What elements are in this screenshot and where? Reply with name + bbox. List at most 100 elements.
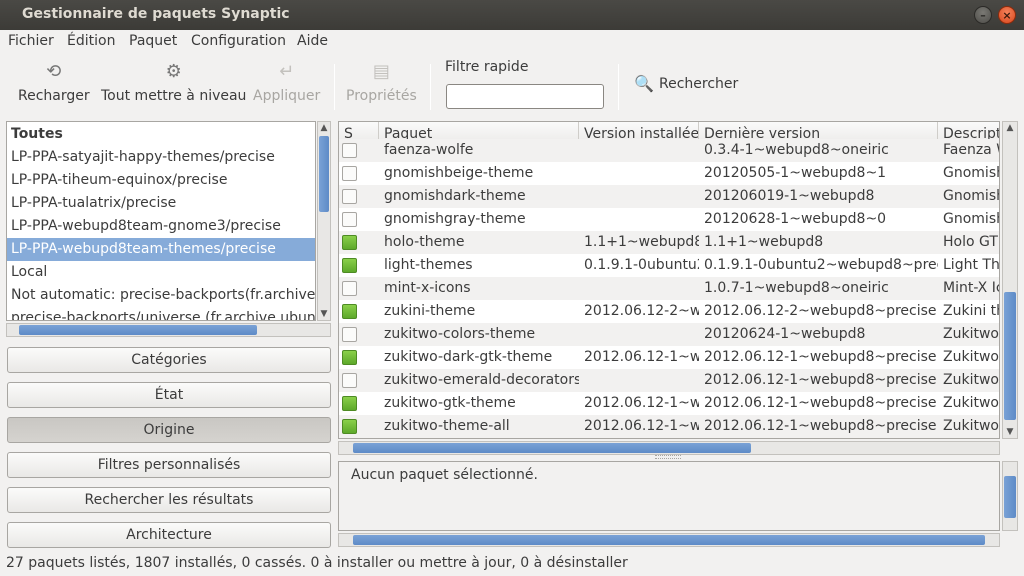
latest-version-cell: 2012.06.12-1~webupd8~precise: [704, 418, 937, 434]
scroll-down-arrow-icon[interactable]: ▼: [318, 309, 330, 319]
latest-version-cell: 1.0.7-1~webupd8~oneiric: [704, 280, 889, 296]
close-button[interactable]: ×: [998, 6, 1016, 24]
description-vscrollbar[interactable]: [1002, 461, 1018, 531]
installed-status-icon[interactable]: [342, 396, 357, 411]
latest-version-cell: 2012.06.12-2~webupd8~precise: [704, 303, 937, 319]
table-row[interactable]: zukitwo-theme-all 2012.06.12-1~webu 2012.0…: [339, 415, 999, 438]
origin-item[interactable]: precise-backports/universe (fr.archive.u…: [7, 307, 315, 320]
table-row[interactable]: gnomishbeige-theme 20120505-1~webupd8~1 Gn…: [339, 162, 999, 185]
table-hscrollbar[interactable]: [338, 441, 1000, 455]
not-installed-status-icon[interactable]: [342, 281, 357, 296]
origin-item[interactable]: Not automatic: precise-backports(fr.arch…: [7, 284, 315, 307]
toolbar-separator: [430, 64, 431, 110]
origin-item[interactable]: LP-PPA-tualatrix/precise: [7, 192, 315, 215]
description-cell: Zukitwo: [943, 372, 999, 388]
table-row[interactable]: gnomishgray-theme 20120628-1~webupd8~0 Gno…: [339, 208, 1000, 231]
description-cell: Gnomish: [943, 211, 1000, 227]
table-row[interactable]: holo-theme 1.1+1~webupd8 1.1+1~webupd8 Holo…: [339, 231, 999, 254]
table-row[interactable]: zukitwo-dark-gtk-theme 2012.06.12-1~webu 2…: [339, 346, 999, 369]
table-row[interactable]: faenza-wolfe 0.3.4-1~webupd8~oneiric Faenz…: [339, 139, 999, 162]
filter-search-results-button[interactable]: Rechercher les résultats: [7, 487, 331, 513]
scroll-thumb[interactable]: [19, 325, 257, 335]
not-installed-status-icon[interactable]: [342, 189, 357, 204]
scroll-up-arrow-icon[interactable]: ▲: [1003, 123, 1017, 133]
reload-button[interactable]: ⟲ Recharger: [18, 62, 90, 105]
scroll-down-arrow-icon[interactable]: ▼: [1003, 427, 1017, 437]
package-name-cell: zukitwo-theme-all: [384, 418, 510, 434]
scroll-thumb[interactable]: [1004, 292, 1016, 420]
installed-status-icon[interactable]: [342, 258, 357, 273]
latest-version-cell: 201206019-1~webupd8: [704, 188, 875, 204]
table-vscrollbar[interactable]: ▲ ▼: [1002, 121, 1018, 439]
scroll-thumb[interactable]: [319, 136, 329, 212]
latest-version-cell: 2012.06.12-1~webupd8~precise: [704, 372, 937, 388]
upgrade-all-button[interactable]: ⚙ Tout mettre à niveau: [101, 62, 247, 105]
description-hscrollbar[interactable]: [338, 533, 1000, 547]
menu-edition[interactable]: Édition: [67, 33, 115, 49]
filter-architecture-button[interactable]: Architecture: [7, 522, 331, 548]
properties-button[interactable]: ▤ Propriétés: [346, 61, 417, 105]
properties-label: Propriétés: [346, 88, 417, 104]
table-row[interactable]: zukini-theme 2012.06.12-2~webu 2012.06.12-…: [339, 300, 999, 323]
scroll-thumb[interactable]: [353, 443, 751, 453]
filter-origin-button[interactable]: Origine: [7, 417, 331, 443]
origin-list-vscrollbar[interactable]: ▲ ▼: [317, 121, 331, 321]
installed-status-icon[interactable]: [342, 419, 357, 434]
installed-status-icon[interactable]: [342, 304, 357, 319]
description-text: Aucun paquet sélectionné.: [351, 467, 538, 483]
installed-version-cell: [579, 139, 699, 162]
not-installed-status-icon[interactable]: [342, 373, 357, 388]
quick-filter-input[interactable]: [446, 84, 604, 109]
table-row[interactable]: zukitwo-gtk-theme 2012.06.12-1~webu 2012.0…: [339, 392, 999, 415]
table-row[interactable]: zukitwo-colors-theme 20120624-1~webupd8 Zu…: [339, 323, 999, 346]
description-cell: Zukitwo: [943, 418, 999, 434]
not-installed-status-icon[interactable]: [342, 212, 357, 227]
table-row[interactable]: zukitwo-emerald-decorators 2012.06.12-1~w…: [339, 369, 999, 392]
origin-item-toutes[interactable]: Toutes: [7, 123, 315, 146]
upgrade-all-label: Tout mettre à niveau: [101, 88, 247, 104]
installed-status-icon[interactable]: [342, 235, 357, 250]
menu-fichier[interactable]: Fichier: [8, 33, 54, 49]
description-cell: Mint-X Ic: [943, 280, 1000, 296]
properties-icon: ▤: [372, 61, 390, 82]
scroll-up-arrow-icon[interactable]: ▲: [318, 123, 330, 133]
installed-version-cell: [579, 185, 699, 208]
origin-item-selected[interactable]: LP-PPA-webupd8team-themes/precise: [7, 238, 315, 261]
not-installed-status-icon[interactable]: [342, 166, 357, 181]
origin-list: Toutes LP-PPA-satyajit-happy-themes/prec…: [6, 121, 316, 321]
latest-version-cell: 20120624-1~webupd8: [704, 326, 866, 342]
not-installed-status-icon[interactable]: [342, 327, 357, 342]
pane-resize-grip[interactable]: [655, 455, 681, 459]
installed-version-cell: [579, 323, 699, 346]
filter-categories-button[interactable]: Catégories: [7, 347, 331, 373]
latest-version-cell: 0.3.4-1~webupd8~oneiric: [704, 142, 889, 158]
installed-version-cell: 2012.06.12-1~webu: [584, 349, 699, 365]
installed-version-cell: [579, 162, 699, 185]
table-row[interactable]: gnomishdark-theme 201206019-1~webupd8 Gnom…: [339, 185, 999, 208]
scroll-thumb[interactable]: [353, 535, 985, 545]
installed-status-icon[interactable]: [342, 350, 357, 365]
description-cell: Zukitwo: [943, 395, 999, 411]
origin-list-hscrollbar[interactable]: [6, 323, 331, 337]
filter-custom-button[interactable]: Filtres personnalisés: [7, 452, 331, 478]
menu-paquet[interactable]: Paquet: [129, 33, 177, 49]
apply-button[interactable]: ↵ Appliquer: [253, 62, 320, 105]
installed-version-cell: [579, 369, 699, 392]
search-button[interactable]: 🔍 Rechercher: [634, 75, 738, 93]
origin-item[interactable]: Local: [7, 261, 315, 284]
filter-state-button[interactable]: État: [7, 382, 331, 408]
package-table: S Paquet Version installée Dernière vers…: [338, 121, 1000, 439]
not-installed-status-icon[interactable]: [342, 143, 357, 158]
scroll-thumb[interactable]: [1004, 476, 1016, 518]
toolbar: ⟲ Recharger ⚙ Tout mettre à niveau ↵ App…: [0, 54, 1024, 118]
origin-item[interactable]: LP-PPA-satyajit-happy-themes/precise: [7, 146, 315, 169]
origin-item[interactable]: LP-PPA-webupd8team-gnome3/precise: [7, 215, 315, 238]
menu-aide[interactable]: Aide: [297, 33, 328, 49]
minimize-button[interactable]: –: [974, 6, 992, 24]
table-row[interactable]: mint-x-icons 1.0.7-1~webupd8~oneiric Mint-…: [339, 277, 1000, 300]
table-row[interactable]: light-themes 0.1.9.1-0ubuntu2~ 0.1.9.1-0ub…: [339, 254, 1000, 277]
menu-configuration[interactable]: Configuration: [191, 33, 286, 49]
description-cell: Light The: [943, 257, 1000, 273]
description-cell: Holo GTK: [943, 234, 999, 250]
origin-item[interactable]: LP-PPA-tiheum-equinox/precise: [7, 169, 315, 192]
